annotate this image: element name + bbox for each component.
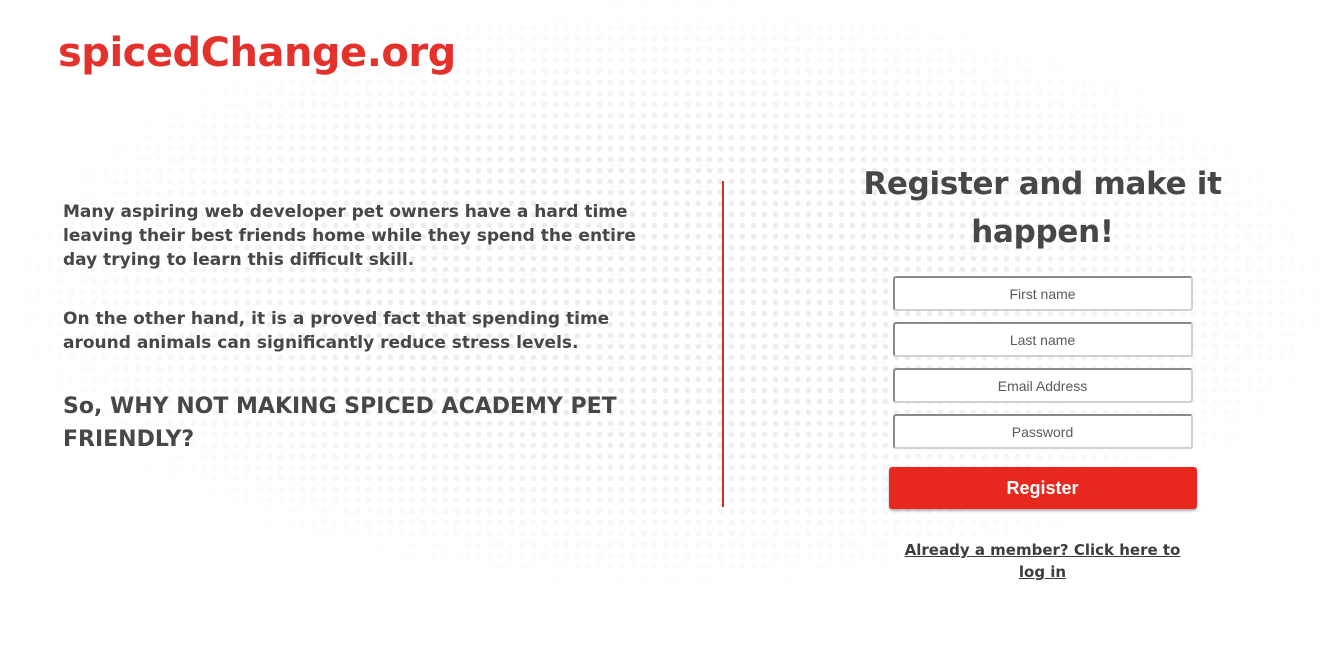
intro-paragraph-2: On the other hand, it is a proved fact t…	[63, 309, 610, 353]
vertical-divider	[722, 181, 724, 507]
intro-section: Many aspiring web developer pet owners h…	[63, 200, 643, 456]
register-title: Register and make it happen!	[863, 166, 1222, 250]
login-link[interactable]: Already a member? Click here to log in	[893, 539, 1193, 583]
intro-paragraph-1: Many aspiring web developer pet owners h…	[63, 202, 636, 270]
register-form: Register and make it happen! Register Al…	[800, 160, 1285, 583]
last-name-input[interactable]	[892, 322, 1193, 357]
intro-headline: So, WHY NOT MAKING SPICED ACADEMY PET FR…	[63, 394, 617, 452]
first-name-input[interactable]	[892, 276, 1193, 311]
site-logo[interactable]: spicedChange.org	[58, 30, 456, 76]
register-button[interactable]: Register	[888, 467, 1197, 509]
email-input[interactable]	[892, 368, 1193, 403]
password-input[interactable]	[892, 414, 1193, 449]
